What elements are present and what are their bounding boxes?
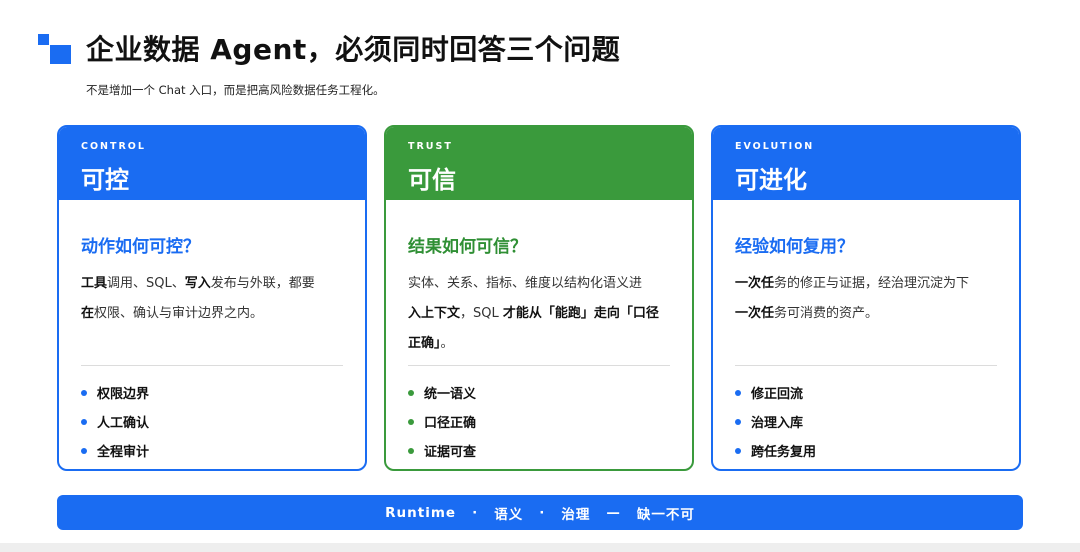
card-question: 经验如何复用？ (735, 237, 854, 257)
bullet-dot-icon (81, 389, 87, 396)
bullet-dot-icon (408, 447, 414, 454)
list-item: 全程审计 (81, 436, 343, 465)
bullet-dot-icon (408, 418, 414, 425)
list-item: 修正回流 (735, 378, 997, 407)
list-item: 统一语义 (408, 378, 670, 407)
divider (735, 365, 997, 366)
card-evolution: EVOLUTION 可进化 经验如何复用？ 一次任务的修正与证据，经治理沉淀为下… (711, 125, 1021, 471)
card-question: 结果如何可信？ (408, 237, 527, 257)
card-tag: TRUST (408, 141, 453, 152)
footer-banner: Runtime · 语义 · 治理 — 缺一不可 (57, 495, 1023, 530)
list-item: 人工确认 (81, 407, 343, 436)
card-header: TRUST 可信 (386, 127, 692, 200)
page-title: 企业数据 Agent，必须同时回答三个问题 (86, 33, 621, 66)
card-description: 一次任务的修正与证据，经治理沉淀为下 一次任务可消费的资产。 (735, 276, 970, 321)
card-header: CONTROL 可控 (59, 127, 365, 200)
bullet-dot-icon (735, 447, 741, 454)
bullet-dot-icon (408, 389, 414, 396)
card-question: 动作如何可控？ (81, 237, 200, 257)
bullet-dot-icon (735, 389, 741, 396)
list-item: 证据可查 (408, 436, 670, 465)
card-description: 实体、关系、指标、维度以结构化语义进 入上下文，SQL 才能从「能跑」走向「口径正… (408, 276, 659, 351)
bullet-dot-icon (735, 418, 741, 425)
card-tag: EVOLUTION (735, 141, 815, 152)
list-item: 权限边界 (81, 378, 343, 407)
card-tag: CONTROL (81, 141, 146, 152)
list-item: 口径正确 (408, 407, 670, 436)
card-control: CONTROL 可控 动作如何可控？ 工具调用、SQL、写入发布与外联，都要 在权… (57, 125, 367, 471)
divider (81, 365, 343, 366)
list-item: 治理入库 (735, 407, 997, 436)
card-name: 可控 (81, 166, 129, 194)
page-subtitle: 不是增加一个 Chat 入口，而是把高风险数据任务工程化。 (86, 83, 385, 97)
card-name: 可信 (408, 166, 456, 194)
divider (408, 365, 670, 366)
card-description: 工具调用、SQL、写入发布与外联，都要 在权限、确认与审计边界之内。 (81, 276, 315, 321)
card-header: EVOLUTION 可进化 (713, 127, 1019, 200)
bullet-dot-icon (81, 418, 87, 425)
square-logo-icon (38, 34, 72, 64)
list-item: 跨任务复用 (735, 436, 997, 465)
card-trust: TRUST 可信 结果如何可信？ 实体、关系、指标、维度以结构化语义进 入上下文，… (384, 125, 694, 471)
bullet-dot-icon (81, 447, 87, 454)
bottom-strip (0, 543, 1080, 552)
card-name: 可进化 (735, 166, 807, 194)
